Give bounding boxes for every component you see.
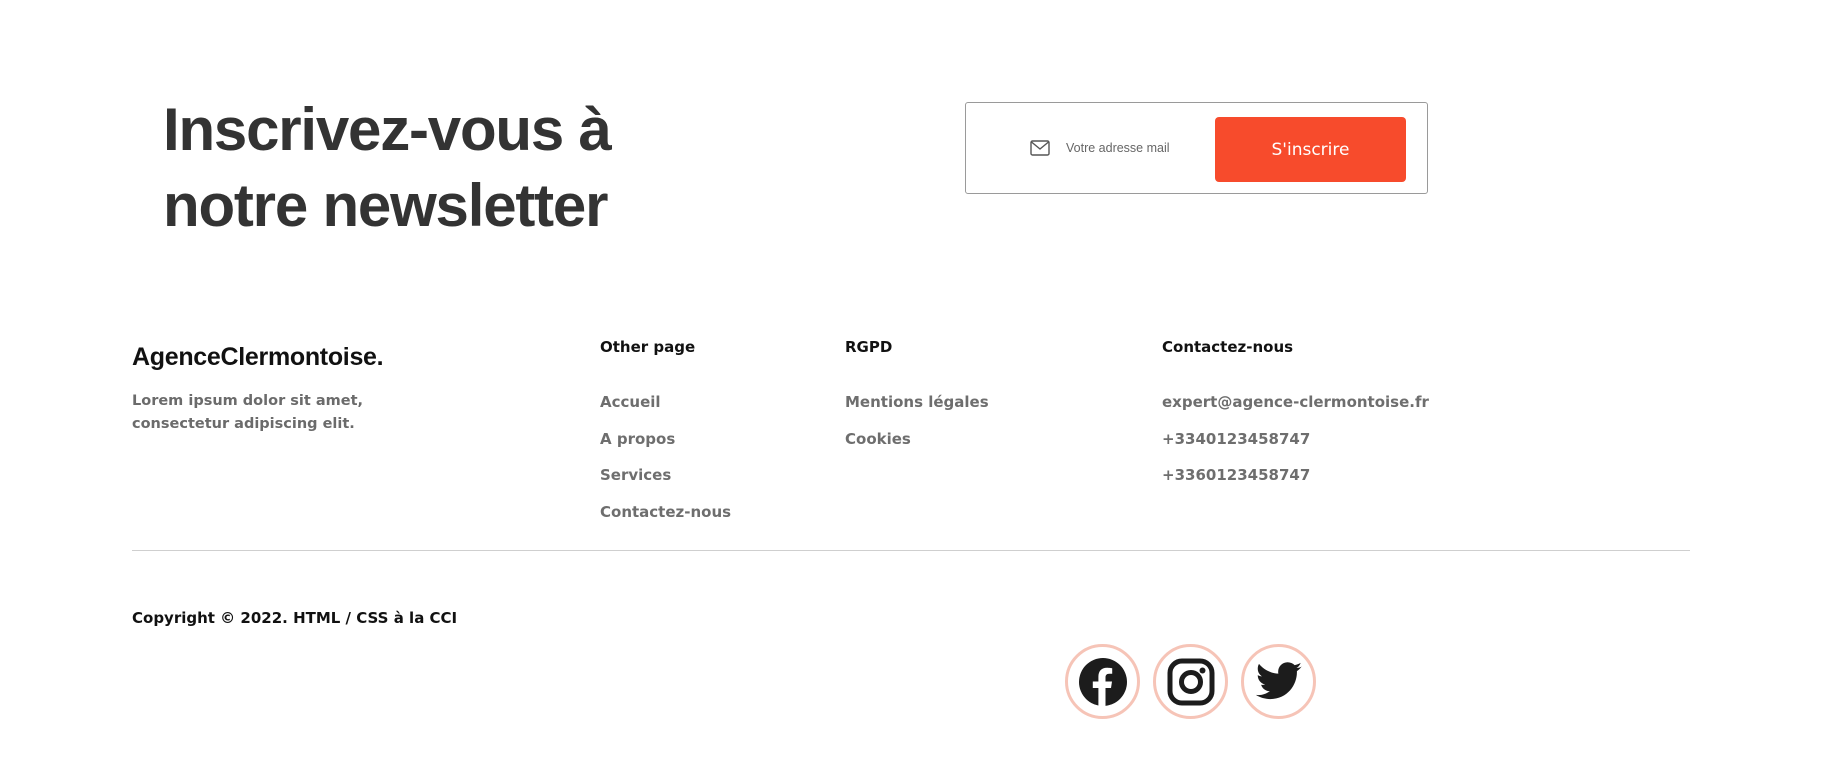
footer-link-cookies[interactable]: Cookies	[845, 430, 911, 448]
facebook-button[interactable]	[1065, 644, 1140, 719]
footer-column-title: Contactez-nous	[1162, 338, 1294, 356]
newsletter-title-line1: Inscrivez-vous à	[163, 96, 612, 163]
list-item: expert@agence-clermontoise.fr	[1162, 392, 1429, 429]
list-item: A propos	[600, 429, 731, 466]
subscribe-button[interactable]: S'inscrire	[1215, 117, 1406, 182]
list-item: Contactez-nous	[600, 502, 731, 539]
footer-link-contactez-nous[interactable]: Contactez-nous	[600, 503, 731, 521]
footer-link-services[interactable]: Services	[600, 466, 671, 484]
twitter-icon	[1255, 661, 1302, 699]
contact-phone-link-2[interactable]: +3360123458747	[1162, 466, 1310, 484]
instagram-icon	[1167, 658, 1214, 705]
footer-column-title: RGPD	[845, 338, 893, 356]
footer-link-a-propos[interactable]: A propos	[600, 430, 675, 448]
contact-email-link[interactable]: expert@agence-clermontoise.fr	[1162, 393, 1429, 411]
footer-column-other-page: Other page Accueil A propos Services Con…	[600, 338, 731, 538]
footer-column-contact: Contactez-nous expert@agence-clermontois…	[1162, 338, 1429, 502]
list-item: Accueil	[600, 392, 731, 429]
list-item: Services	[600, 465, 731, 502]
page: Inscrivez-vous à notre newsletter S'insc…	[0, 0, 1824, 767]
newsletter-title-line2: notre newsletter	[163, 172, 608, 239]
social-links	[1065, 644, 1316, 719]
twitter-button[interactable]	[1241, 644, 1316, 719]
footer-link-accueil[interactable]: Accueil	[600, 393, 661, 411]
newsletter-title: Inscrivez-vous à notre newsletter	[163, 92, 763, 244]
footer-link-list: expert@agence-clermontoise.fr +334012345…	[1162, 392, 1429, 502]
list-item: Cookies	[845, 429, 989, 466]
list-item: Mentions légales	[845, 392, 989, 429]
footer-link-list: Mentions légales Cookies	[845, 392, 989, 465]
footer-column-rgpd: RGPD Mentions légales Cookies	[845, 338, 989, 465]
brand-description: Lorem ipsum dolor sit amet, consectetur …	[132, 393, 364, 432]
footer-column-title: Other page	[600, 338, 696, 356]
list-item: +3360123458747	[1162, 465, 1429, 502]
list-item: +3340123458747	[1162, 429, 1429, 466]
instagram-button[interactable]	[1153, 644, 1228, 719]
footer-link-mentions-legales[interactable]: Mentions légales	[845, 393, 989, 411]
footer-link-list: Accueil A propos Services Contactez-nous	[600, 392, 731, 538]
mail-icon	[1030, 140, 1050, 156]
copyright-text: Copyright © 2022. HTML / CSS à la CCI	[132, 609, 458, 627]
facebook-icon	[1078, 657, 1127, 706]
contact-phone-link-1[interactable]: +3340123458747	[1162, 430, 1310, 448]
footer-divider	[132, 550, 1690, 551]
newsletter-form: S'inscrire	[965, 102, 1428, 194]
brand-logo: AgenceClermontoise.	[132, 343, 384, 371]
